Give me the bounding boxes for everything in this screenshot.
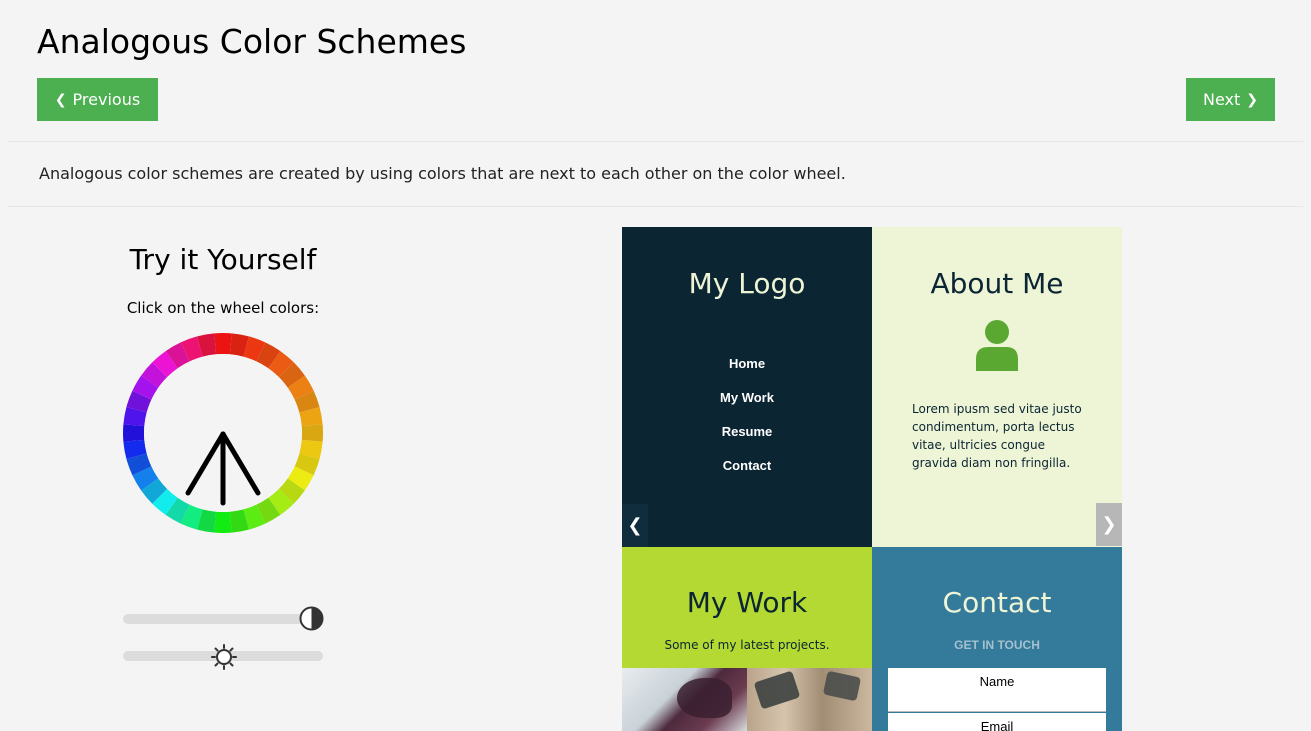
work-title: My Work	[686, 586, 808, 619]
chevron-right-icon: ❯	[1101, 514, 1117, 535]
logo-title: My Logo	[688, 267, 806, 300]
name-field[interactable]: Name	[888, 668, 1106, 712]
email-field[interactable]: Email	[888, 713, 1106, 731]
menu-item-contact[interactable]: Contact	[622, 457, 872, 491]
about-tile: About Me Lorem ipusm sed vitae justo con…	[872, 227, 1122, 547]
carousel-next-button[interactable]: ❯	[1096, 503, 1122, 546]
wheel-color-segment[interactable]	[301, 424, 323, 442]
contrast-icon[interactable]	[299, 606, 324, 631]
divider	[8, 141, 1303, 142]
intro-text: Analogous color schemes are created by u…	[39, 164, 846, 183]
user-icon	[976, 320, 1018, 371]
page-title: Analogous Color Schemes	[37, 22, 467, 61]
menu-item-resume[interactable]: Resume	[622, 423, 872, 457]
contact-tile: Contact GET IN TOUCH Name Email	[872, 547, 1122, 731]
logo-tile: My Logo Home My Work Resume Contact ❮	[622, 227, 872, 547]
carousel-prev-button[interactable]: ❮	[622, 504, 648, 547]
chevron-left-icon: ❮	[54, 91, 67, 108]
try-it-title: Try it Yourself	[129, 243, 317, 276]
previous-label: Previous	[72, 90, 141, 109]
chevron-left-icon: ❮	[627, 515, 643, 536]
chevron-right-icon: ❯	[1246, 91, 1258, 108]
work-subtitle: Some of my latest projects.	[664, 638, 830, 652]
work-tile: My Work Some of my latest projects.	[622, 547, 872, 731]
color-wheel[interactable]	[123, 333, 323, 533]
wheel-color-segment[interactable]	[214, 333, 232, 355]
next-label: Next	[1202, 90, 1241, 109]
next-button[interactable]: Next ❯	[1186, 78, 1275, 121]
try-it-subtitle: Click on the wheel colors:	[126, 299, 320, 317]
contact-title: Contact	[942, 586, 1052, 619]
menu-item-my-work[interactable]: My Work	[622, 389, 872, 423]
preview-panel: My Logo Home My Work Resume Contact ❮ Ab…	[622, 227, 1122, 731]
menu-item-home[interactable]: Home	[622, 355, 872, 389]
contrast-slider-track[interactable]	[123, 614, 323, 624]
about-title: About Me	[930, 267, 1064, 300]
preview-menu: Home My Work Resume Contact	[622, 355, 872, 491]
project-image	[747, 668, 872, 731]
sun-icon[interactable]	[211, 644, 237, 670]
contact-subtitle: GET IN TOUCH	[954, 638, 1040, 652]
project-image	[622, 668, 747, 731]
wheel-color-segment[interactable]	[123, 424, 145, 442]
divider	[8, 206, 1303, 207]
wheel-color-segment[interactable]	[214, 511, 232, 533]
previous-button[interactable]: ❮ Previous	[37, 78, 158, 121]
about-text: Lorem ipusm sed vitae justo condimentum,…	[912, 402, 1082, 470]
